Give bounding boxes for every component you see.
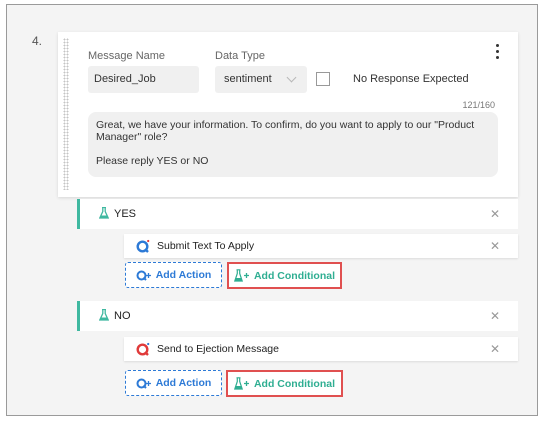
data-type-label: Data Type (215, 50, 265, 62)
add-conditional-button[interactable]: Add Conditional (226, 370, 343, 397)
data-type-value: sentiment (224, 73, 272, 85)
add-conditional-icon (233, 269, 249, 282)
action-label: Send to Ejection Message (157, 343, 279, 355)
condition-row-yes[interactable]: YES ✕ (77, 199, 518, 229)
condition-label: YES (114, 208, 137, 220)
flask-icon (99, 207, 109, 219)
message-text-area[interactable]: Great, we have your information. To conf… (88, 112, 498, 177)
add-conditional-label: Add Conditional (253, 269, 336, 282)
add-action-label: Add Action (155, 377, 212, 389)
add-action-button[interactable]: Add Action (125, 262, 222, 288)
message-text-line1: Great, we have your information. To conf… (96, 119, 475, 143)
message-name-label: Message Name (88, 50, 166, 62)
no-response-label: No Response Expected (353, 73, 469, 85)
kebab-menu-icon[interactable] (494, 44, 500, 62)
char-counter: 121/160 (462, 100, 495, 110)
close-icon[interactable]: ✕ (490, 207, 500, 221)
message-name-input[interactable]: Desired_Job (88, 66, 199, 93)
add-action-button[interactable]: Add Action (125, 370, 222, 396)
action-row-submit[interactable]: Submit Text To Apply ✕ (124, 234, 518, 258)
add-action-label: Add Action (155, 269, 212, 281)
drag-handle[interactable] (63, 38, 69, 190)
condition-label: NO (114, 310, 131, 322)
action-logo-red-icon (136, 342, 150, 356)
chevron-down-icon (286, 72, 297, 83)
close-icon[interactable]: ✕ (490, 239, 500, 253)
action-row-ejection[interactable]: Send to Ejection Message ✕ (124, 337, 518, 361)
action-label: Submit Text To Apply (157, 240, 255, 252)
step-number: 4. (32, 34, 43, 48)
close-icon[interactable]: ✕ (490, 342, 500, 356)
no-response-checkbox[interactable] (316, 72, 330, 86)
add-conditional-button[interactable]: Add Conditional (227, 262, 342, 289)
workflow-frame: 4. Message Name Desired_Job Data Type se… (6, 4, 538, 416)
message-card: Message Name Desired_Job Data Type senti… (58, 32, 518, 197)
add-conditional-label: Add Conditional (253, 377, 336, 390)
action-logo-blue-icon (136, 239, 150, 253)
add-conditional-icon (233, 377, 249, 390)
add-action-icon (136, 270, 151, 281)
condition-row-no[interactable]: NO ✕ (77, 301, 518, 331)
data-type-select[interactable]: sentiment (215, 66, 307, 93)
message-text-line2: Please reply YES or NO (96, 155, 209, 167)
add-action-icon (136, 378, 151, 389)
close-icon[interactable]: ✕ (490, 309, 500, 323)
flask-icon (99, 309, 109, 321)
